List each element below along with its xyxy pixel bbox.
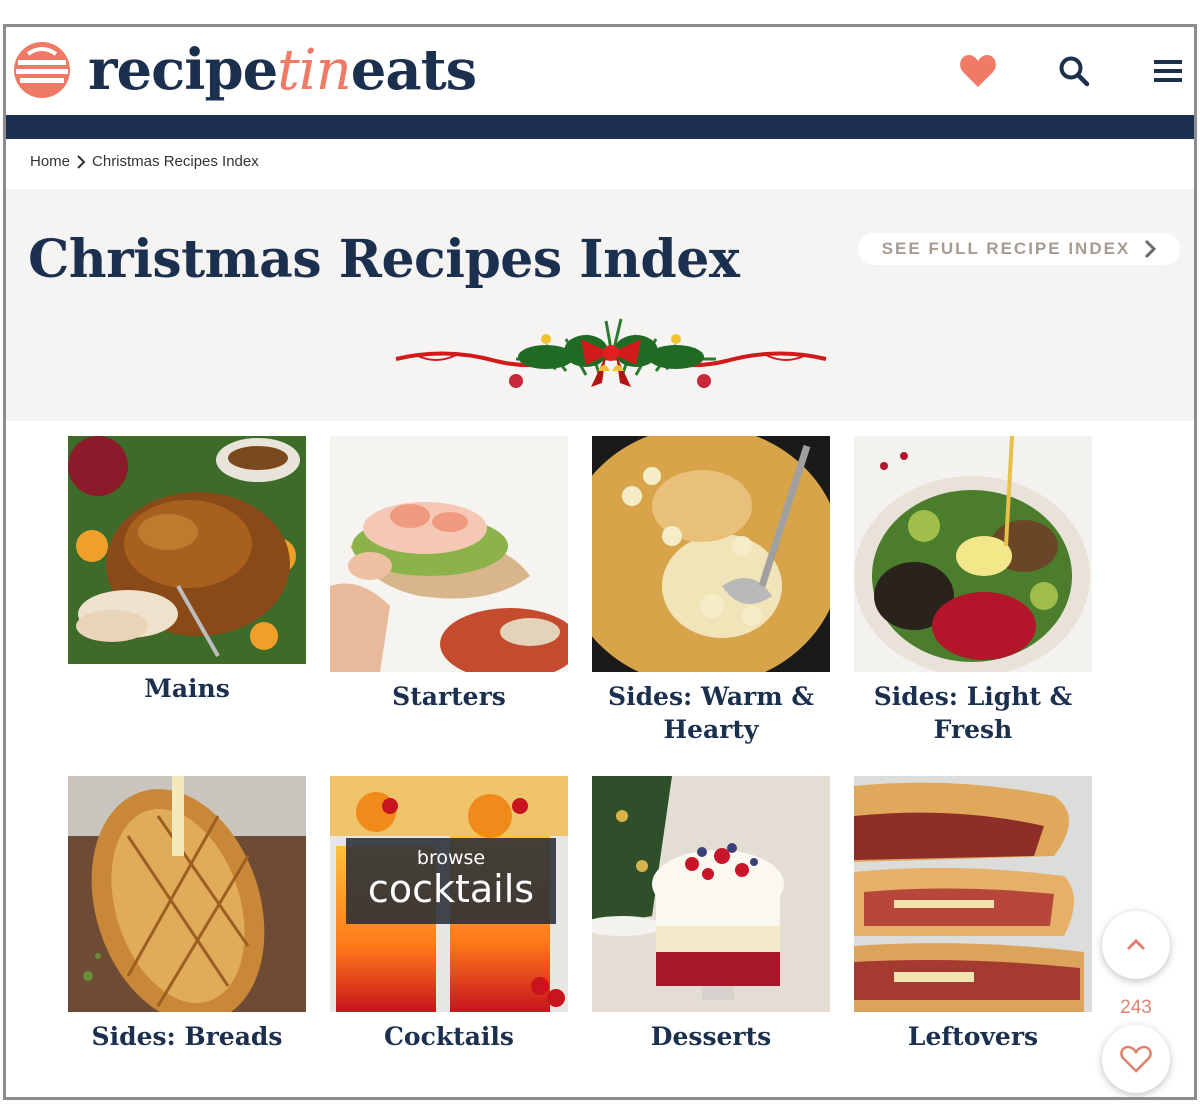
site-logo[interactable]: recipetineats <box>12 35 477 105</box>
menu-button[interactable] <box>1146 49 1190 93</box>
category-card-desserts[interactable]: Desserts <box>592 776 830 1053</box>
category-image <box>68 776 306 1012</box>
category-card-leftovers[interactable]: Leftovers <box>854 776 1092 1053</box>
category-card-starters[interactable]: Starters <box>330 436 568 713</box>
category-card-sides-light-fresh[interactable]: Sides: Light & Fresh <box>854 436 1092 746</box>
like-button[interactable] <box>1102 1025 1170 1093</box>
heart-icon <box>960 55 996 87</box>
heart-outline-icon <box>1120 1045 1152 1073</box>
page-frame: recipetineats Home Christmas Recipes Ind… <box>3 24 1197 1100</box>
category-image <box>854 776 1092 1012</box>
favorites-heart-button[interactable] <box>956 49 1000 93</box>
category-image: browse cocktails <box>330 776 568 1012</box>
category-image <box>854 436 1092 672</box>
chevron-up-icon <box>1126 938 1146 951</box>
search-button[interactable] <box>1052 49 1096 93</box>
category-card-mains[interactable]: Mains <box>68 436 306 705</box>
christmas-garland-icon <box>395 318 827 388</box>
breadcrumb: Home Christmas Recipes Index <box>30 153 259 170</box>
category-image <box>592 436 830 672</box>
chevron-right-icon <box>77 154 86 169</box>
full-index-label: SEE FULL RECIPE INDEX <box>881 239 1131 258</box>
overlay-big-text: cocktails <box>367 867 535 911</box>
category-title: Starters <box>392 682 506 711</box>
category-title: Sides: Breads <box>91 1022 283 1051</box>
logo-wordmark: recipetineats <box>88 36 477 103</box>
page-title: Christmas Recipes Index <box>28 229 740 290</box>
category-card-cocktails[interactable]: browse cocktails Cocktails <box>330 776 568 1053</box>
breadcrumb-current: Christmas Recipes Index <box>92 153 259 170</box>
search-icon <box>1059 56 1090 87</box>
hero-banner: Christmas Recipes Index SEE FULL RECIPE … <box>6 189 1194 421</box>
breadcrumb-home-link[interactable]: Home <box>30 153 70 170</box>
overlay-small-text: browse <box>416 847 486 869</box>
logo-bowl-icon <box>14 42 70 98</box>
menu-icon <box>1154 60 1182 82</box>
category-image <box>592 776 830 1012</box>
category-title: Sides: Warm & Hearty <box>608 682 814 744</box>
category-image <box>330 436 568 672</box>
category-image <box>68 436 306 664</box>
category-card-sides-breads[interactable]: Sides: Breads <box>68 776 306 1053</box>
nav-bar <box>6 115 1194 139</box>
category-title: Cocktails <box>384 1022 514 1051</box>
chevron-right-icon <box>1145 239 1157 259</box>
category-title: Sides: Light & Fresh <box>873 682 1073 744</box>
category-card-sides-warm-hearty[interactable]: Sides: Warm & Hearty <box>592 436 830 746</box>
like-count: 243 <box>1120 997 1152 1018</box>
category-title: Mains <box>144 674 230 703</box>
site-header: recipetineats <box>6 27 1194 115</box>
category-title: Leftovers <box>907 1022 1039 1051</box>
category-title: Desserts <box>650 1022 772 1051</box>
scroll-to-top-button[interactable] <box>1102 911 1170 979</box>
browse-cocktails-overlay: browse cocktails <box>346 838 556 924</box>
see-full-recipe-index-button[interactable]: SEE FULL RECIPE INDEX <box>858 233 1180 265</box>
